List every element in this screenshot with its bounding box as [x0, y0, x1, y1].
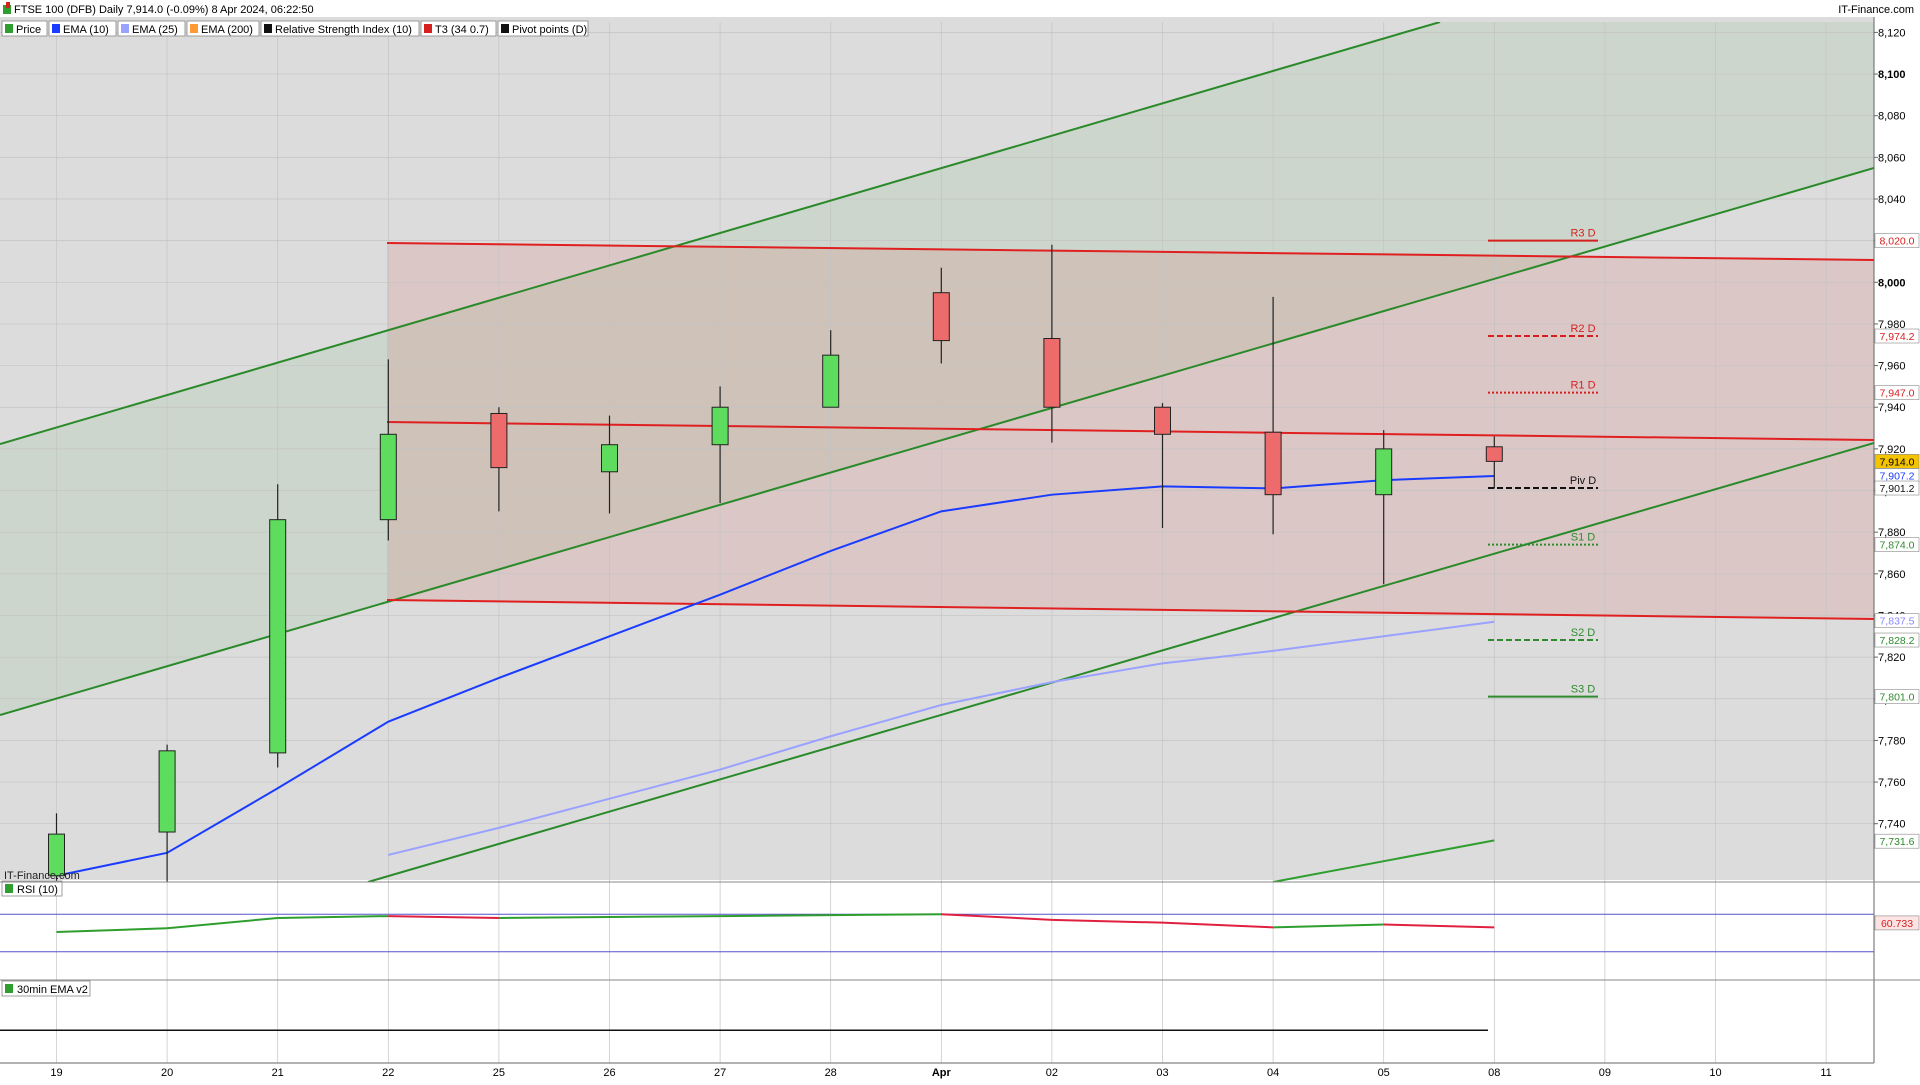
candle-body-4 — [490, 412, 508, 469]
x-tick-label-3: 22 — [382, 1067, 394, 1079]
legend-swatch-0 — [5, 24, 13, 33]
y-tick-label-16: 8,060 — [1878, 152, 1906, 164]
chart-canvas: R3 DR2 DR1 DPiv DS1 DS2 DS3 D 1008060402… — [0, 0, 1920, 1080]
pivot-label-3: Piv D — [1570, 475, 1596, 487]
y-tick-label-10: 7,940 — [1878, 402, 1906, 414]
legend-label-1: EMA (10) — [63, 24, 109, 36]
legend-label-0: Price — [16, 24, 41, 36]
x-tick-label-8: Apr — [932, 1067, 952, 1079]
y-tick-label-19: 8,120 — [1878, 27, 1906, 39]
y-tick-label-0: 7,740 — [1878, 819, 1906, 831]
x-tick-label-0: 19 — [50, 1067, 62, 1079]
candle-body-13 — [1485, 446, 1503, 462]
legend-label-4: Relative Strength Index (10) — [275, 24, 412, 36]
price-tag-label-7: 7,837.5 — [1879, 616, 1914, 628]
y-tick-label-11: 7,960 — [1878, 361, 1906, 373]
price-tag-label-5: 7,947.0 — [1879, 388, 1914, 400]
legend-swatch-5 — [424, 24, 432, 33]
candle-body-11 — [1264, 431, 1282, 496]
x-tick-label-1: 20 — [161, 1067, 173, 1079]
pivot-label-5: S2 D — [1571, 627, 1596, 639]
x-tick-label-15: 10 — [1709, 1067, 1721, 1079]
pivot-label-4: S1 D — [1571, 532, 1596, 544]
candle-body-1 — [158, 750, 176, 833]
x-tick-label-9: 02 — [1046, 1067, 1058, 1079]
y-tick-label-6: 7,860 — [1878, 569, 1906, 581]
header: FTSE 100 (DFB) Daily 7,914.0 (-0.09%) 8 … — [0, 0, 1920, 17]
x-tick-label-11: 04 — [1267, 1067, 1279, 1079]
rsi-segment-5 — [609, 915, 721, 919]
legend-label-6: Pivot points (D) — [512, 24, 587, 36]
rsi-label: RSI (10) — [17, 884, 58, 896]
rsi-segment-7 — [830, 913, 942, 917]
y-tick-label-17: 8,080 — [1878, 111, 1906, 123]
y-tick-label-15: 8,040 — [1878, 194, 1906, 206]
price-tag-label-8: 7,828.2 — [1879, 635, 1914, 647]
price-tag-label-4: 7,974.2 — [1879, 331, 1914, 343]
legend-label-2: EMA (25) — [132, 24, 178, 36]
rsi-segment-4 — [498, 916, 610, 919]
candle-body-9 — [1043, 338, 1061, 408]
x-tick-label-5: 26 — [603, 1067, 615, 1079]
y-tick-label-13: 8,000 — [1878, 277, 1906, 289]
legend-swatch-4 — [264, 24, 272, 33]
chart-title: FTSE 100 (DFB) Daily 7,914.0 (-0.09%) 8 … — [14, 4, 314, 16]
brand-label: IT-Finance.com — [1838, 4, 1914, 16]
legend-label-3: EMA (200) — [201, 24, 253, 36]
x-tick-label-14: 09 — [1599, 1067, 1611, 1079]
pivot-label-0: R3 D — [1570, 228, 1595, 240]
pivot-label-1: R2 D — [1570, 323, 1595, 335]
ema-v2-label: 30min EMA v2 — [17, 984, 88, 996]
y-tick-label-18: 8,100 — [1878, 69, 1906, 81]
pivot-label-6: S3 D — [1571, 684, 1596, 696]
price-tag-label-9: 7,801.0 — [1879, 692, 1914, 704]
pivot-label-2: R1 D — [1570, 380, 1595, 392]
candle-body-5 — [601, 444, 618, 473]
legend-swatch-1 — [52, 24, 60, 33]
x-axis-background — [0, 1063, 1920, 1080]
ema-v2-label-icon — [5, 984, 13, 993]
candle-body-3 — [379, 433, 397, 521]
price-tag-label-6: 7,874.0 — [1879, 540, 1914, 552]
price-tag-label-3: 8,020.0 — [1879, 236, 1914, 248]
candle-body-2 — [269, 519, 287, 754]
legend: Price EMA (10) EMA (25) EMA (200) Relative S… — [1, 20, 589, 37]
watermark: IT-Finance.com — [4, 870, 80, 882]
x-tick-label-10: 03 — [1156, 1067, 1168, 1079]
price-tag-label-2: 7,901.2 — [1879, 483, 1914, 495]
price-tag-label-10: 7,731.6 — [1879, 836, 1914, 848]
x-tick-label-13: 08 — [1488, 1067, 1500, 1079]
candle-body-6 — [711, 406, 729, 446]
legend-swatch-2 — [121, 24, 129, 33]
candle-body-8 — [932, 292, 950, 342]
candle-body-12 — [1375, 448, 1393, 496]
x-tick-label-16: 11 — [1820, 1067, 1831, 1079]
rsi-value-tag: 60.733 — [1881, 918, 1913, 930]
legend-swatch-3 — [190, 24, 198, 33]
y-tick-label-2: 7,780 — [1878, 735, 1906, 747]
x-tick-label-4: 25 — [493, 1067, 505, 1079]
candle-body-7 — [822, 354, 840, 408]
x-tick-label-2: 21 — [272, 1067, 284, 1079]
rsi-label-icon — [5, 884, 13, 893]
y-tick-label-1: 7,760 — [1878, 777, 1906, 789]
chart-root: R3 DR2 DR1 DPiv DS1 DS2 DS3 D 1008060402… — [0, 0, 1920, 1080]
price-tag-label-0: 7,914.0 — [1879, 456, 1914, 468]
x-tick-label-7: 28 — [825, 1067, 837, 1079]
x-tick-label-6: 27 — [714, 1067, 726, 1079]
x-tick-label-12: 05 — [1378, 1067, 1390, 1079]
rsi-segment-6 — [720, 914, 831, 918]
legend-swatch-6 — [501, 24, 509, 33]
y-tick-label-4: 7,820 — [1878, 652, 1906, 664]
candle-body-10 — [1154, 406, 1171, 435]
legend-label-5: T3 (34 0.7) — [435, 24, 489, 36]
